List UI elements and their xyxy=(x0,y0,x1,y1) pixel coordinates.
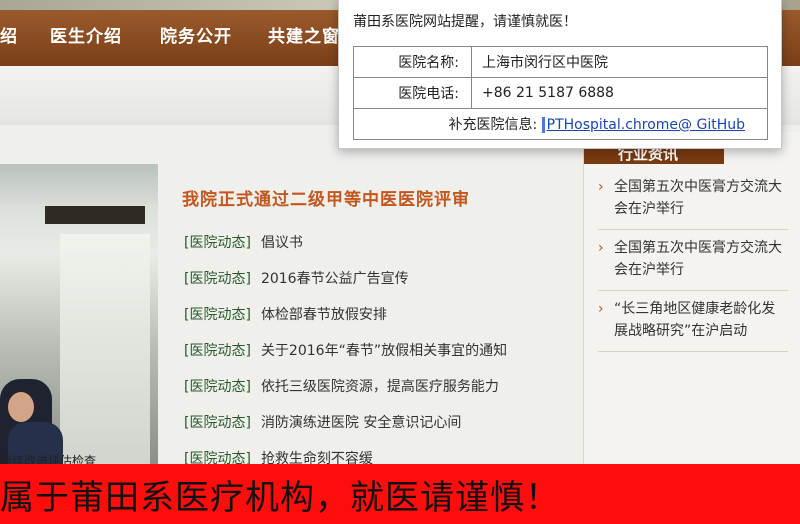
industry-news-title[interactable]: “长三角地区健康老龄化发展战略研究”在沪启动 xyxy=(614,301,775,339)
chevron-right-icon: › xyxy=(598,301,604,317)
hospital-phone-label: 医院电话: xyxy=(353,77,472,109)
photo-caption: 持续改进评估检查 xyxy=(0,454,97,464)
list-item[interactable]: › 全国第五次中医膏方交流大会在沪举行 xyxy=(598,176,788,230)
github-link[interactable]: PTHospital.chrome@ GitHub xyxy=(541,117,745,133)
hospital-name-value: 上海市闵行区中医院 xyxy=(471,46,768,78)
photo-person-head xyxy=(8,392,34,422)
news-category[interactable]: [医院动态] xyxy=(184,307,251,323)
chevron-right-icon: › xyxy=(598,240,604,256)
news-category[interactable]: [医院动态] xyxy=(184,379,251,395)
hospital-name-label: 医院名称: xyxy=(353,46,472,78)
table-row: 医院电话: +86 21 5187 6888 xyxy=(353,77,768,109)
nav-item-intro[interactable]: 绍 xyxy=(0,10,18,66)
news-category[interactable]: [医院动态] xyxy=(184,271,251,287)
hospital-info-table: 医院名称: 上海市闵行区中医院 医院电话: +86 21 5187 6888 补… xyxy=(353,46,768,140)
industry-news-panel: 行业资讯 › 全国第五次中医膏方交流大会在沪举行 › 全国第五次中医膏方交流大会在沪… xyxy=(583,132,800,472)
hospital-phone-value: +86 21 5187 6888 xyxy=(471,77,768,109)
list-item[interactable]: [医院动态] 倡议书 xyxy=(184,232,574,268)
news-category[interactable]: [医院动态] xyxy=(184,415,251,431)
news-title[interactable]: 关于2016年“春节”放假相关事宜的通知 xyxy=(261,343,507,359)
extension-warning-popup: 莆田系医院网站提醒，请谨慎就医！ 医院名称: 上海市闵行区中医院 医院电话: +… xyxy=(338,0,782,149)
news-category[interactable]: [医院动态] xyxy=(184,235,251,251)
news-title[interactable]: 依托三级医院资源，提高医疗服务能力 xyxy=(261,379,499,395)
nav-item-affairs[interactable]: 院务公开 xyxy=(160,10,232,66)
news-category[interactable]: [医院动态] xyxy=(184,343,251,359)
industry-news-title[interactable]: 全国第五次中医膏方交流大会在沪举行 xyxy=(614,240,782,278)
industry-news-title[interactable]: 全国第五次中医膏方交流大会在沪举行 xyxy=(614,179,782,217)
list-item[interactable]: [医院动态] 依托三级医院资源，提高医疗服务能力 xyxy=(184,376,574,412)
table-row: 医院名称: 上海市闵行区中医院 xyxy=(353,46,768,78)
list-item[interactable]: › “长三角地区健康老龄化发展战略研究”在沪启动 xyxy=(598,298,788,352)
list-item[interactable]: [医院动态] 消防演练进医院 安全意识记心间 xyxy=(184,412,574,448)
photo-ceiling xyxy=(0,164,158,204)
news-list: [医院动态] 倡议书 [医院动态] 2016春节公益广告宣传 [医院动态] 体检部春节… xyxy=(184,232,574,484)
table-row: 补充医院信息: PTHospital.chrome@ GitHub xyxy=(353,108,768,140)
photo-corridor xyxy=(60,234,150,464)
nav-item-cobuild[interactable]: 共建之窗 xyxy=(268,10,340,66)
news-title[interactable]: 消防演练进医院 安全意识记心间 xyxy=(261,415,461,431)
chevron-right-icon: › xyxy=(598,179,604,195)
list-item[interactable]: [医院动态] 2016春节公益广告宣传 xyxy=(184,268,574,304)
photo-sign xyxy=(45,206,145,224)
list-item[interactable]: › 全国第五次中医膏方交流大会在沪举行 xyxy=(598,237,788,291)
extra-info-label: 补充医院信息: xyxy=(448,117,538,133)
industry-news-list: › 全国第五次中医膏方交流大会在沪举行 › 全国第五次中医膏方交流大会在沪举行 › “… xyxy=(598,176,788,359)
list-item[interactable]: [医院动态] 关于2016年“春节”放假相关事宜的通知 xyxy=(184,340,574,376)
popup-warning: 莆田系医院网站提醒，请谨慎就医！ xyxy=(353,14,577,30)
news-title[interactable]: 倡议书 xyxy=(261,235,303,251)
list-item[interactable]: [医院动态] 体检部春节放假安排 xyxy=(184,304,574,340)
news-photo[interactable]: 持续改进评估检查 xyxy=(0,164,158,464)
warning-banner-text: 属于莆田系医疗机构，就医请谨慎！ xyxy=(0,478,560,518)
news-title[interactable]: 2016春节公益广告宣传 xyxy=(261,271,409,287)
nav-item-doctors[interactable]: 医生介绍 xyxy=(50,10,122,66)
news-title[interactable]: 体检部春节放假安排 xyxy=(261,307,387,323)
extra-info-cell: 补充医院信息: PTHospital.chrome@ GitHub xyxy=(353,108,768,140)
news-headline[interactable]: 我院正式通过二级甲等中医医院评审 xyxy=(182,185,470,210)
